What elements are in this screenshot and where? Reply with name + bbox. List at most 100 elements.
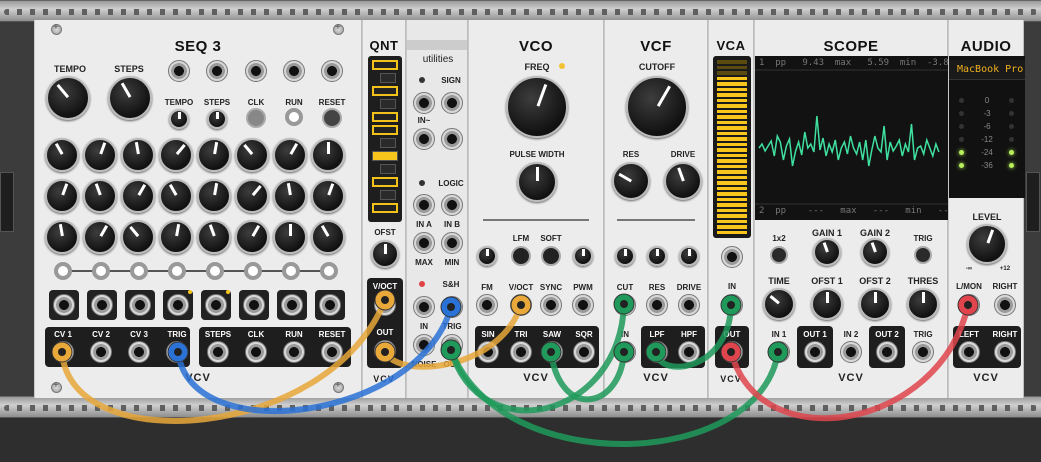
step-knob[interactable]: [273, 220, 307, 254]
gain1-knob[interactable]: [813, 238, 841, 266]
qnt-note-key[interactable]: [380, 190, 396, 200]
tempo-cv-knob[interactable]: [169, 109, 189, 129]
tri-out-jack[interactable]: [510, 341, 532, 363]
cut-cv-knob[interactable]: [615, 246, 635, 266]
step-knob[interactable]: [83, 138, 117, 172]
step-knob[interactable]: [45, 220, 79, 254]
step-knob[interactable]: [45, 179, 79, 213]
pw-knob[interactable]: [517, 162, 557, 202]
sqr-out-jack[interactable]: [573, 341, 595, 363]
sign-out-jack[interactable]: [441, 92, 463, 114]
step-knob[interactable]: [159, 138, 193, 172]
step-knob[interactable]: [311, 179, 345, 213]
step-knob[interactable]: [235, 138, 269, 172]
left-out-jack[interactable]: [958, 341, 980, 363]
gate-toggle[interactable]: [282, 262, 300, 280]
qnt-note-key[interactable]: [380, 138, 396, 148]
qnt-keyboard[interactable]: [368, 56, 402, 222]
thres-knob[interactable]: [907, 288, 939, 320]
gate-out-jack[interactable]: [319, 294, 341, 316]
step-knob[interactable]: [311, 138, 345, 172]
clk-button[interactable]: [246, 108, 266, 128]
step-knob[interactable]: [197, 179, 231, 213]
max-jack[interactable]: [413, 232, 435, 254]
lpf-out-jack[interactable]: [646, 341, 668, 363]
gate-out-jack[interactable]: [205, 294, 227, 316]
qnt-note-key[interactable]: [372, 60, 398, 70]
res-knob[interactable]: [612, 162, 650, 200]
audio-device-select[interactable]: MacBook Pro: [949, 60, 1025, 80]
fm-jack[interactable]: [476, 294, 498, 316]
pwm-knob[interactable]: [573, 246, 593, 266]
hpf-out-jack[interactable]: [678, 341, 700, 363]
steps-knob[interactable]: [108, 76, 152, 120]
gate-out-jack[interactable]: [129, 294, 151, 316]
steps-cv-jack[interactable]: [206, 60, 228, 82]
vca-cv-jack[interactable]: [721, 246, 743, 268]
fm-knob[interactable]: [477, 246, 497, 266]
vca-in-jack[interactable]: [721, 294, 743, 316]
min-jack[interactable]: [441, 232, 463, 254]
scope-in2-jack[interactable]: [840, 341, 862, 363]
qnt-out-jack[interactable]: [374, 340, 396, 362]
step-knob[interactable]: [273, 179, 307, 213]
gate-toggle[interactable]: [244, 262, 262, 280]
tempo-knob[interactable]: [46, 76, 90, 120]
run-jack[interactable]: [283, 60, 305, 82]
drive-cv-jack[interactable]: [678, 294, 700, 316]
right-out-jack[interactable]: [994, 341, 1016, 363]
step-knob[interactable]: [121, 220, 155, 254]
scope-out1-jack[interactable]: [804, 341, 826, 363]
gain2-knob[interactable]: [861, 238, 889, 266]
pwm-jack[interactable]: [572, 294, 594, 316]
clk-jack[interactable]: [245, 60, 267, 82]
vca-level-meter[interactable]: [713, 56, 751, 238]
clk-out-jack[interactable]: [245, 341, 267, 363]
util-jack-4[interactable]: [441, 128, 463, 150]
cut-cv-jack[interactable]: [614, 294, 636, 316]
step-knob[interactable]: [45, 138, 79, 172]
qnt-note-key[interactable]: [380, 164, 396, 174]
cv3-out-jack[interactable]: [128, 341, 150, 363]
qnt-voct-jack[interactable]: [374, 294, 396, 316]
drive-knob[interactable]: [664, 162, 702, 200]
vcf-in-jack[interactable]: [614, 341, 636, 363]
logic-inb-jack[interactable]: [441, 194, 463, 216]
qnt-note-key[interactable]: [372, 151, 398, 161]
step-knob[interactable]: [311, 220, 345, 254]
step-knob[interactable]: [235, 220, 269, 254]
right-in-jack[interactable]: [994, 294, 1016, 316]
reset-jack[interactable]: [321, 60, 343, 82]
reset-out-jack[interactable]: [321, 341, 343, 363]
sign-in-jack[interactable]: [413, 92, 435, 114]
reset-button[interactable]: [322, 108, 342, 128]
qnt-note-key[interactable]: [372, 203, 398, 213]
gate-toggle[interactable]: [92, 262, 110, 280]
qnt-note-key[interactable]: [372, 125, 398, 135]
ofst2-knob[interactable]: [859, 288, 891, 320]
res-cv-knob[interactable]: [647, 246, 667, 266]
sh-trig-jack[interactable]: [441, 296, 463, 318]
step-knob[interactable]: [121, 179, 155, 213]
step-knob[interactable]: [197, 138, 231, 172]
saw-out-jack[interactable]: [541, 341, 563, 363]
qnt-ofst-knob[interactable]: [371, 240, 399, 268]
qnt-note-key[interactable]: [380, 73, 396, 83]
gate-toggle[interactable]: [320, 262, 338, 280]
res-cv-jack[interactable]: [646, 294, 668, 316]
sh-in-jack[interactable]: [413, 296, 435, 318]
logic-ina-jack[interactable]: [413, 194, 435, 216]
qnt-note-key[interactable]: [372, 177, 398, 187]
scope-out2-jack[interactable]: [876, 341, 898, 363]
step-knob[interactable]: [83, 179, 117, 213]
gate-toggle[interactable]: [206, 262, 224, 280]
gate-toggle[interactable]: [168, 262, 186, 280]
vca-out-jack[interactable]: [721, 341, 743, 363]
cutoff-knob[interactable]: [626, 76, 688, 138]
gate-out-jack[interactable]: [91, 294, 113, 316]
gate-toggle[interactable]: [54, 262, 72, 280]
scope-trig-jack[interactable]: [912, 341, 934, 363]
step-knob[interactable]: [159, 220, 193, 254]
level-knob[interactable]: [967, 224, 1007, 264]
step-knob[interactable]: [235, 179, 269, 213]
